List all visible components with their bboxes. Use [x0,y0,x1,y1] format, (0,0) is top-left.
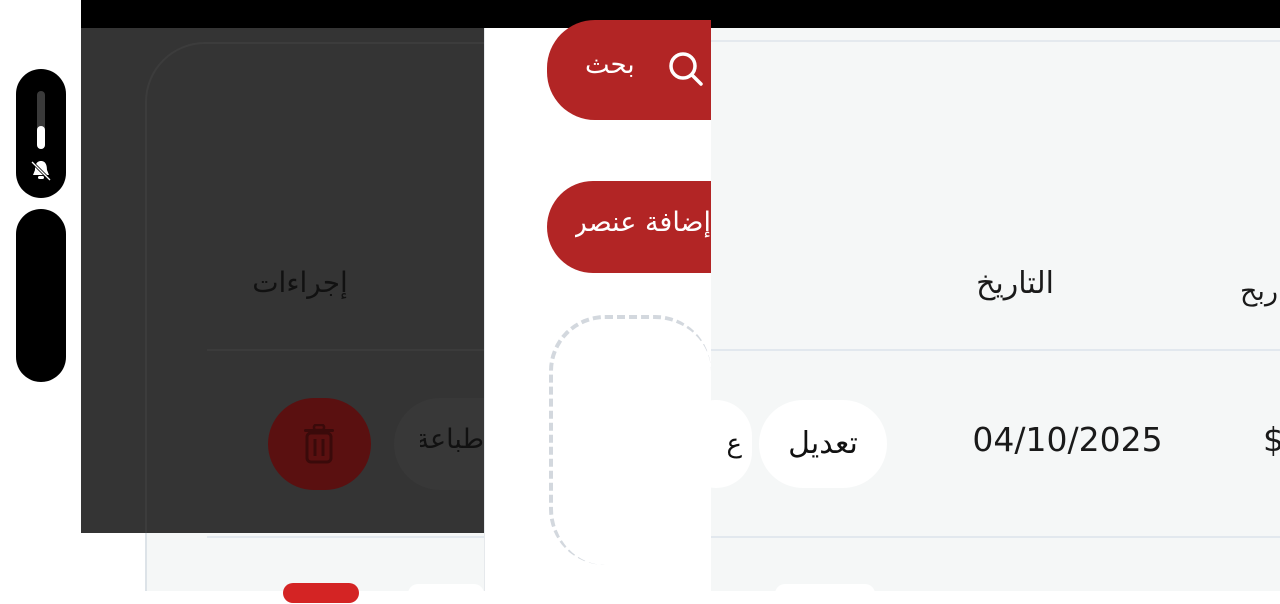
delete-button[interactable] [283,583,359,603]
cell-amount: $ [1263,420,1280,459]
dimmed-table-card [145,42,484,591]
divider [207,536,484,538]
add-item-label: إضافة عنصر [575,207,711,238]
edit-button[interactable] [775,584,875,604]
side-button [16,209,66,382]
search-icon [669,52,703,86]
divider [711,349,1280,351]
trash-icon [304,424,334,464]
upload-dropzone[interactable] [549,315,711,565]
bell-off-icon [30,160,52,182]
search-button-label: بحث [585,50,635,80]
cell-date: 04/10/2025 [972,420,1163,459]
column-header-actions: إجراءات [252,266,348,299]
divider [711,40,1280,42]
divider [207,349,484,351]
divider [711,536,1280,538]
volume-level-fill [37,126,45,149]
column-header-profit: ربح [1240,276,1278,307]
edit-button[interactable]: تعديل [759,400,887,488]
print-button[interactable] [408,584,484,604]
column-header-date: التاريخ [976,266,1054,301]
print-button-label: طباعة [420,424,484,455]
